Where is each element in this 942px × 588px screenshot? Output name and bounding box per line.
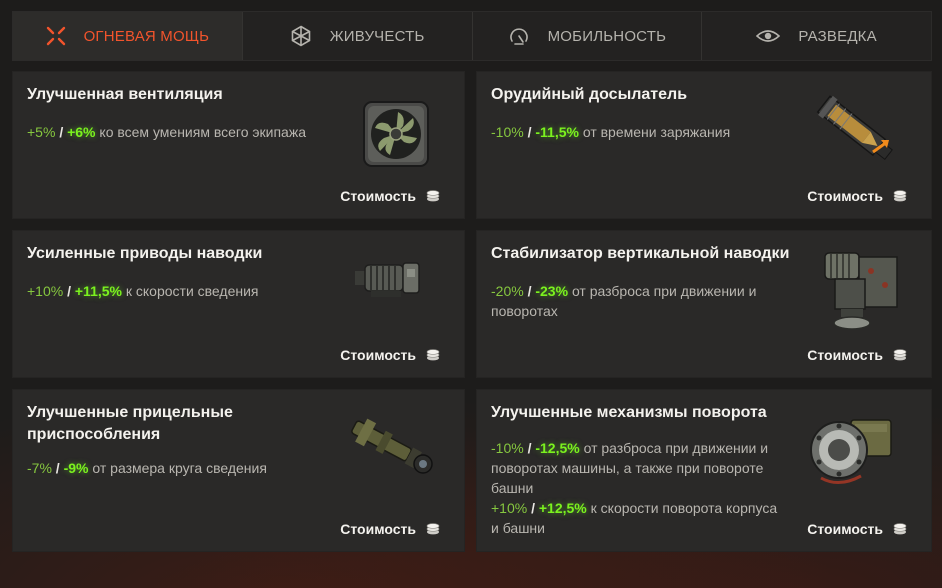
card-description: -10% / -11,5% от времени заряжания: [491, 122, 781, 142]
bonus-improved: +11,5%: [74, 283, 122, 299]
tab-label: Огневая мощь: [83, 27, 210, 45]
bonus-text: к скорости сведения: [125, 283, 259, 299]
bonus-improved: +12,5%: [538, 500, 587, 516]
bonus-text: от времени заряжания: [582, 124, 731, 140]
card-title: Улучшенная вентиляция: [27, 86, 223, 103]
aiming-drive-motor-image: [355, 262, 420, 297]
tab-mobility[interactable]: Мобильность: [473, 12, 703, 60]
tab-label: Разведка: [798, 27, 877, 45]
cost-label: Стоимость: [340, 521, 416, 537]
equipment-grid: Улучшенная вентиляция +5% / +6% ко всем …: [12, 71, 932, 552]
bonus-text: от разброса при движении и поворотах: [491, 283, 757, 319]
bonus-improved: -23%: [535, 283, 569, 299]
credits-icon: [893, 523, 907, 535]
bonus-separator: /: [527, 124, 532, 140]
equipment-card[interactable]: Улучшенные механизмы поворота -10% / -12…: [476, 389, 932, 552]
crosshair-icon: [46, 26, 65, 46]
bonus-base: +5%: [27, 124, 56, 140]
gun-rammer-image: [816, 95, 893, 161]
bonus-separator: /: [55, 460, 60, 476]
cost-label: Стоимость: [807, 521, 883, 537]
bonus-improved: -9%: [63, 460, 89, 476]
cost-button[interactable]: Стоимость: [807, 347, 907, 363]
equipment-card[interactable]: Стабилизатор вертикальной наводки -20% /…: [476, 230, 932, 378]
bonus-separator: /: [531, 500, 535, 516]
credits-icon: [426, 523, 440, 535]
card-description: -20% / -23% от разброса при движении и п…: [491, 281, 781, 321]
bonus-base: -10%: [491, 440, 524, 456]
bonus-separator: /: [527, 283, 532, 299]
cost-button[interactable]: Стоимость: [340, 347, 440, 363]
credits-icon: [893, 190, 907, 202]
turret-traverse-mechanism-image: [810, 419, 892, 484]
credits-icon: [426, 349, 440, 361]
credits-icon: [893, 349, 907, 361]
bonus-separator: /: [67, 283, 71, 299]
tab-recon[interactable]: Разведка: [702, 12, 931, 60]
tab-label: Мобильность: [547, 27, 667, 45]
cost-button[interactable]: Стоимость: [807, 188, 907, 204]
card-title: Улучшенные механизмы поворота: [491, 404, 767, 421]
cost-label: Стоимость: [340, 347, 416, 363]
cost-label: Стоимость: [807, 188, 883, 204]
bonus-improved: +6%: [67, 124, 96, 140]
equipment-card[interactable]: Усиленные приводы наводки +10% / +11,5% …: [12, 230, 465, 378]
card-description: +5% / +6% ко всем умениям всего экипажа: [27, 122, 317, 142]
tab-firepower[interactable]: Огневая мощь: [13, 12, 243, 60]
card-description: -7% / -9% от размера круга сведения: [27, 458, 317, 478]
bonus-separator: /: [527, 440, 532, 456]
vertical-stabilizer-image: [824, 252, 898, 330]
card-title: Улучшенные прицельные приспособления: [27, 404, 233, 443]
card-description-secondary: +10% / +12,5% к скорости поворота корпус…: [491, 498, 781, 538]
tab-survivability[interactable]: Живучесть: [243, 12, 473, 60]
cost-label: Стоимость: [807, 347, 883, 363]
bonus-base: +10%: [491, 500, 528, 516]
equipment-card[interactable]: Улучшенные прицельные приспособления -7%…: [12, 389, 465, 552]
card-description: +10% / +11,5% к скорости сведения: [27, 281, 317, 301]
credits-icon: [426, 190, 440, 202]
category-tabs: Огневая мощь Живучесть Мобильность Ра: [12, 11, 932, 61]
card-title: Орудийный досылатель: [491, 86, 688, 103]
cost-button[interactable]: Стоимость: [340, 521, 440, 537]
bonus-base: -7%: [27, 460, 52, 476]
card-title: Стабилизатор вертикальной наводки: [491, 245, 790, 262]
tab-label: Живучесть: [329, 27, 425, 45]
bonus-text: от разброса при движении и поворотах маш…: [491, 440, 769, 496]
cost-label: Стоимость: [340, 188, 416, 204]
gun-sight-image: [351, 418, 433, 474]
card-description: -10% / -12,5% от разброса при движении и…: [491, 438, 781, 498]
hexagon-shield-icon: [291, 25, 311, 47]
speedometer-icon: [509, 28, 528, 45]
bonus-base: -20%: [491, 283, 524, 299]
bonus-base: -10%: [491, 124, 524, 140]
bonus-base: +10%: [27, 283, 64, 299]
ventilation-fan-image: [363, 101, 429, 167]
bonus-separator: /: [59, 124, 64, 140]
bonus-text: от размера круга сведения: [92, 460, 267, 476]
cost-button[interactable]: Стоимость: [340, 188, 440, 204]
bonus-improved: -11,5%: [535, 124, 579, 140]
equipment-card[interactable]: Орудийный досылатель -10% / -11,5% от вр…: [476, 71, 932, 219]
card-title: Усиленные приводы наводки: [27, 245, 263, 262]
bonus-improved: -12,5%: [535, 440, 580, 456]
equipment-card[interactable]: Улучшенная вентиляция +5% / +6% ко всем …: [12, 71, 465, 219]
cost-button[interactable]: Стоимость: [807, 521, 907, 537]
bonus-text: ко всем умениям всего экипажа: [99, 124, 306, 140]
eye-icon: [756, 30, 781, 42]
